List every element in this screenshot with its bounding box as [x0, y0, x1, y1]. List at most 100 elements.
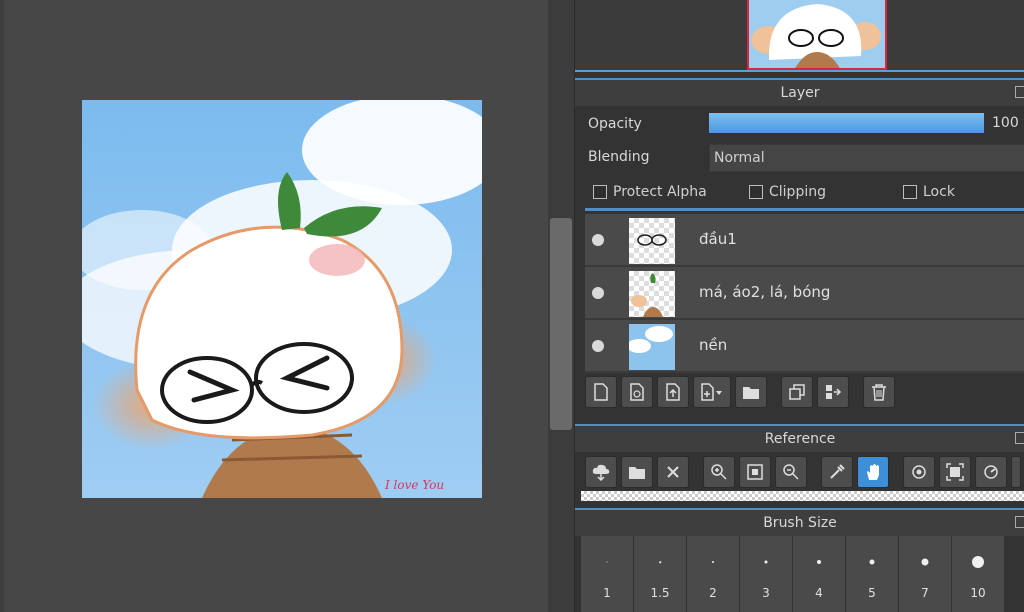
protect-alpha-label: Protect Alpha: [613, 184, 707, 200]
duplicate-layer-button[interactable]: [781, 376, 813, 408]
new-layer-icon: [594, 383, 608, 401]
checkbox-box[interactable]: [903, 185, 917, 199]
new-folder-button[interactable]: [735, 376, 767, 408]
more-reference-tools-button[interactable]: [1011, 456, 1021, 488]
brush-size-option[interactable]: 5: [846, 536, 898, 612]
reference-cloud-button[interactable]: [585, 456, 617, 488]
import-layer-button[interactable]: [657, 376, 689, 408]
new-layer-button[interactable]: [585, 376, 617, 408]
layer-thumbnail-art: [629, 324, 675, 370]
layer-name: đầu1: [699, 230, 737, 248]
layer-row[interactable]: má, áo2, lá, bóng: [585, 267, 1024, 320]
lock-label: Lock: [923, 184, 955, 200]
brush-size-value: 4: [815, 586, 823, 600]
toolbar-separator: [811, 456, 817, 488]
layer-visibility-icon[interactable]: [592, 234, 604, 246]
brush-size-value: 10: [970, 586, 986, 600]
brush-size-grid: 1 1.5 2 3 4 5 7 10: [581, 536, 1004, 612]
layer-name: nền: [699, 336, 728, 354]
zoom-out-icon: [783, 464, 799, 480]
eyedropper-icon: [830, 464, 845, 479]
brush-size-option[interactable]: 4: [793, 536, 845, 612]
clipping-label: Clipping: [769, 184, 826, 200]
layer-row[interactable]: đầu1: [585, 214, 1024, 267]
checkbox-box[interactable]: [749, 185, 763, 199]
zoom-in-icon: [711, 464, 727, 480]
layer-visibility-icon[interactable]: [592, 340, 604, 352]
eyedropper-button[interactable]: [821, 456, 853, 488]
opacity-label: Opacity: [588, 116, 642, 132]
folder-icon: [743, 387, 759, 399]
hand-tool-button[interactable]: [857, 456, 889, 488]
opacity-slider-fill: [709, 113, 984, 133]
brush-size-preview-dot: [659, 561, 661, 563]
brush-size-preview-dot: [817, 560, 821, 564]
layer-list: đầu1 má, áo2, lá, bóng nền: [585, 214, 1024, 373]
toolbar-separator: [693, 456, 699, 488]
add-layer-dropdown-icon: [701, 383, 722, 401]
reference-toolbar: [585, 456, 1021, 488]
brush-size-preview-dot: [869, 559, 875, 565]
layer-thumbnail: [629, 218, 675, 264]
brush-size-preview-dot: [712, 561, 714, 563]
rotate-left-button[interactable]: [903, 456, 935, 488]
toolbar-separator: [771, 376, 777, 408]
canvas-area[interactable]: I love You: [0, 0, 548, 612]
zoom-out-button[interactable]: [775, 456, 807, 488]
brush-size-option[interactable]: 1.5: [634, 536, 686, 612]
brush-size-preview-dot: [921, 558, 929, 566]
brush-size-option[interactable]: 1: [581, 536, 633, 612]
navigator-thumbnail[interactable]: [747, 0, 887, 70]
brush-size-value: 1.5: [650, 586, 670, 600]
toolbar-separator: [893, 456, 899, 488]
lock-checkbox[interactable]: Lock: [903, 184, 955, 200]
layer-panel-title: Layer: [780, 85, 820, 101]
checkbox-box[interactable]: [593, 185, 607, 199]
delete-layer-button[interactable]: [863, 376, 895, 408]
add-layer-menu-button[interactable]: [693, 376, 731, 408]
protect-alpha-checkbox[interactable]: Protect Alpha: [593, 184, 707, 200]
canvas-vertical-scrollbar[interactable]: [548, 0, 574, 612]
brush-size-preview-dot: [972, 556, 984, 568]
reference-preview-strip[interactable]: [581, 491, 1024, 501]
hand-icon: [867, 464, 879, 480]
opacity-slider[interactable]: [709, 113, 984, 133]
merge-layer-button[interactable]: [817, 376, 849, 408]
layer-list-divider: [585, 208, 1024, 211]
reference-panel-title: Reference: [764, 431, 836, 447]
layer-thumbnail: [629, 271, 675, 317]
fit-view-button[interactable]: [739, 456, 771, 488]
brush-size-option[interactable]: 3: [740, 536, 792, 612]
fullscreen-button[interactable]: [939, 456, 971, 488]
navigator-panel[interactable]: [575, 0, 1024, 72]
scrollbar-thumb[interactable]: [550, 218, 572, 430]
reference-open-button[interactable]: [621, 456, 653, 488]
merge-down-icon: [826, 385, 842, 399]
layer-name: má, áo2, lá, bóng: [699, 283, 831, 301]
blending-mode-select[interactable]: Normal: [709, 144, 1024, 172]
brush-size-value: 2: [709, 586, 717, 600]
brush-size-panel-title: Brush Size: [763, 515, 837, 531]
open-folder-icon: [629, 467, 645, 479]
brush-size-option[interactable]: 7: [899, 536, 951, 612]
artwork-signature: I love You: [385, 478, 445, 492]
navigator-preview-image: [749, 0, 885, 68]
clipping-checkbox[interactable]: Clipping: [749, 184, 826, 200]
rotate-right-button[interactable]: [975, 456, 1007, 488]
brush-size-option[interactable]: 2: [687, 536, 739, 612]
panel-collapse-icon[interactable]: [1015, 516, 1024, 528]
brush-size-value: 1: [603, 586, 611, 600]
zoom-in-button[interactable]: [703, 456, 735, 488]
panel-collapse-icon[interactable]: [1015, 86, 1024, 98]
layer-visibility-icon[interactable]: [592, 287, 604, 299]
new-halftone-layer-button[interactable]: [621, 376, 653, 408]
artwork-canvas[interactable]: I love You: [82, 100, 482, 498]
panel-collapse-icon[interactable]: [1015, 432, 1024, 444]
layer-row[interactable]: nền: [585, 320, 1024, 373]
brush-size-option[interactable]: 10: [952, 536, 1004, 612]
right-panel: Layer Opacity 100 % Blending Normal Prot…: [574, 0, 1024, 612]
fit-screen-icon: [747, 464, 763, 480]
app-window: I love You Layer Opacity 100 Blending No…: [0, 0, 1024, 612]
layer-thumbnail-art: [637, 234, 667, 246]
reference-close-button[interactable]: [657, 456, 689, 488]
